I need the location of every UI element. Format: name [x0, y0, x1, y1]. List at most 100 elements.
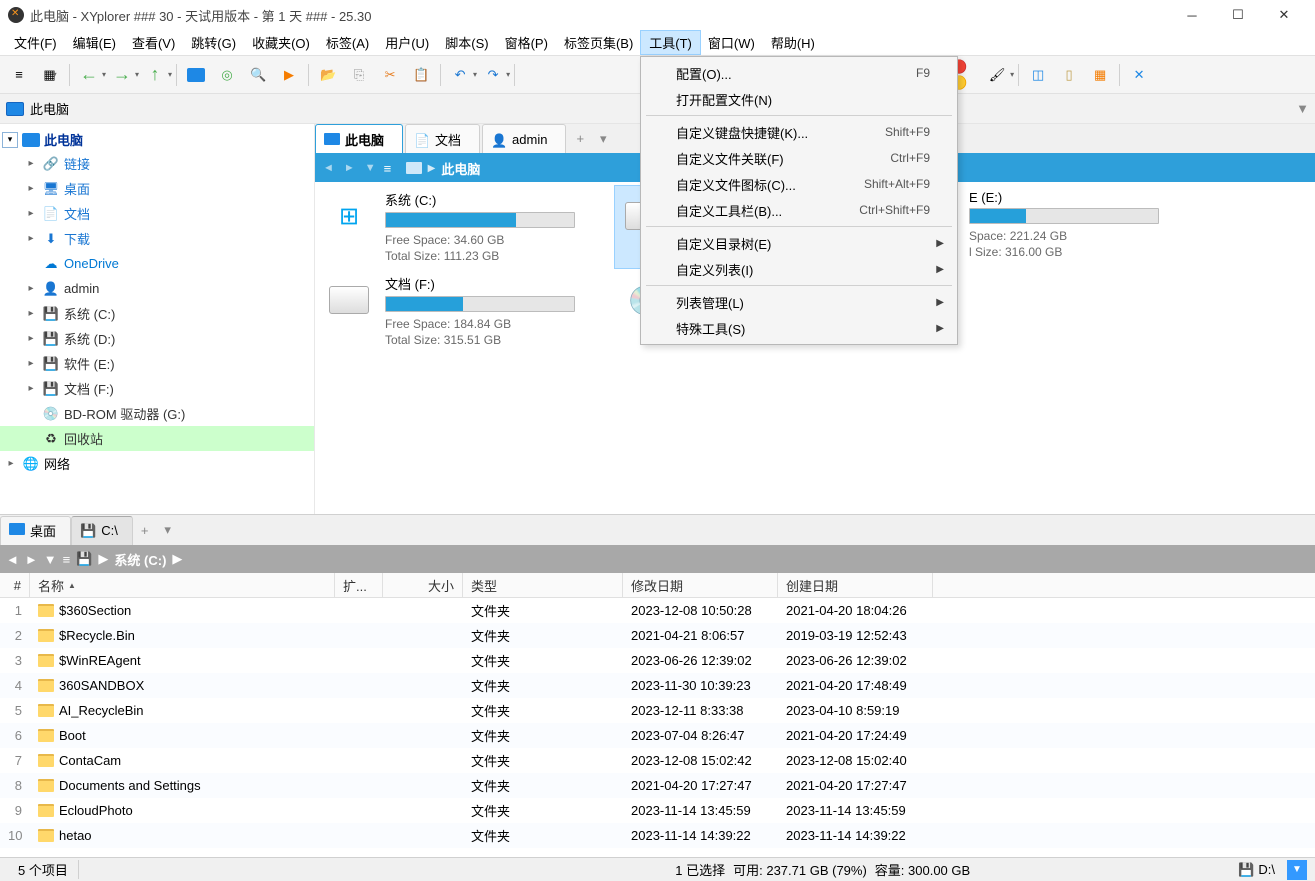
forward-button[interactable]: →: [107, 60, 137, 90]
crumb-down-icon[interactable]: ▼: [44, 552, 57, 567]
menu-2[interactable]: 查看(V): [124, 31, 183, 54]
expand-icon[interactable]: ▸: [24, 208, 38, 219]
tree-item-6[interactable]: ▸💾系统 (C:): [0, 301, 314, 326]
layout-grid-icon[interactable]: ▦: [1085, 60, 1115, 90]
tree-item-10[interactable]: 💿BD-ROM 驱动器 (G:): [0, 401, 314, 426]
expand-icon[interactable]: ▸: [24, 233, 38, 244]
crumb-fwd-icon[interactable]: ►: [25, 552, 38, 567]
tree-item-5[interactable]: ▸👤admin: [0, 276, 314, 301]
dropdown-item-3[interactable]: 自定义键盘快捷键(K)...Shift+F9: [644, 119, 954, 145]
menu-12[interactable]: 帮助(H): [763, 31, 823, 54]
status-drive[interactable]: 💾 D:\: [1230, 862, 1283, 878]
menu-icon[interactable]: ≡: [4, 60, 34, 90]
menu-3[interactable]: 跳转(G): [183, 31, 244, 54]
copy-icon[interactable]: ⎘: [344, 60, 374, 90]
undo-icon[interactable]: ↶: [445, 60, 475, 90]
scroll-down-button[interactable]: ▼: [1287, 860, 1307, 880]
tab-dropdown-button[interactable]: ▾: [156, 522, 179, 538]
table-row[interactable]: 10hetao文件夹2023-11-14 14:39:222023-11-14 …: [0, 823, 1315, 848]
col-type[interactable]: 类型: [463, 573, 623, 597]
dropdown-item-9[interactable]: 自定义列表(I)▶: [644, 256, 954, 282]
crumb-fwd-icon[interactable]: ►: [342, 162, 357, 174]
search-icon[interactable]: 🔍: [243, 60, 273, 90]
dropdown-item-1[interactable]: 打开配置文件(N): [644, 86, 954, 112]
table-row[interactable]: 6Boot文件夹2023-07-04 8:26:472021-04-20 17:…: [0, 723, 1315, 748]
tab-add-button[interactable]: +: [133, 523, 157, 538]
menu-6[interactable]: 用户(U): [377, 31, 437, 54]
paste-icon[interactable]: 📋: [406, 60, 436, 90]
expand-icon[interactable]: ▸: [4, 458, 18, 469]
table-row[interactable]: 5AI_RecycleBin文件夹2023-12-11 8:33:382023-…: [0, 698, 1315, 723]
table-row[interactable]: 8Documents and Settings文件夹2021-04-20 17:…: [0, 773, 1315, 798]
tab-bottom-1[interactable]: 💾C:\: [71, 516, 133, 545]
col-modified[interactable]: 修改日期: [623, 573, 778, 597]
expand-icon[interactable]: ▸: [24, 283, 38, 294]
close-button[interactable]: ✕: [1261, 0, 1307, 30]
panel-icon[interactable]: ▦▾: [35, 60, 65, 90]
layout-dual-icon[interactable]: ◫: [1023, 60, 1053, 90]
table-row[interactable]: 3$WinREAgent文件夹2023-06-26 12:39:022023-0…: [0, 648, 1315, 673]
layout-single-icon[interactable]: ▯: [1054, 60, 1084, 90]
tree-item-1[interactable]: ▸🖥桌面: [0, 176, 314, 201]
redo-icon[interactable]: ↷: [478, 60, 508, 90]
expand-icon[interactable]: ▸: [24, 333, 38, 344]
folder-open-icon[interactable]: 📂: [313, 60, 343, 90]
crumb-text[interactable]: 此电脑: [441, 159, 480, 178]
table-row[interactable]: 1$360Section文件夹2023-12-08 10:50:282021-0…: [0, 598, 1315, 623]
tab-add-button[interactable]: +: [568, 131, 592, 146]
dropdown-item-0[interactable]: 配置(O)...F9: [644, 60, 954, 86]
collapse-icon[interactable]: ▾: [2, 132, 18, 148]
tree-item-9[interactable]: ▸💾文档 (F:): [0, 376, 314, 401]
tree-item-3[interactable]: ▸⬇下载: [0, 226, 314, 251]
menu-5[interactable]: 标签(A): [318, 31, 377, 54]
crumb-back-icon[interactable]: ◄: [6, 552, 19, 567]
menu-1[interactable]: 编辑(E): [65, 31, 124, 54]
tab-top-2[interactable]: 👤admin: [482, 124, 566, 153]
tree-item-2[interactable]: ▸📄文档: [0, 201, 314, 226]
dropdown-item-6[interactable]: 自定义工具栏(B)...Ctrl+Shift+F9: [644, 197, 954, 223]
tools-icon[interactable]: ✕: [1124, 60, 1154, 90]
menu-4[interactable]: 收藏夹(O): [244, 31, 318, 54]
dropdown-item-5[interactable]: 自定义文件图标(C)...Shift+Alt+F9: [644, 171, 954, 197]
drive-0[interactable]: ⊞系统 (C:)Free Space: 34.60 GBTotal Size: …: [323, 190, 603, 264]
crumb-down-icon[interactable]: ▼: [363, 162, 378, 174]
address-text[interactable]: 此电脑: [30, 99, 69, 118]
expand-icon[interactable]: ▸: [24, 183, 38, 194]
tree-item-0[interactable]: ▸🔗链接: [0, 151, 314, 176]
desktop-icon[interactable]: [181, 60, 211, 90]
table-row[interactable]: 9EcloudPhoto文件夹2023-11-14 13:45:592023-1…: [0, 798, 1315, 823]
tree-root-computer[interactable]: ▾ 此电脑: [0, 128, 314, 151]
drive-3[interactable]: 文档 (F:)Free Space: 184.84 GBTotal Size: …: [323, 274, 603, 348]
crumb-text[interactable]: 系统 (C:): [114, 550, 166, 569]
crumb-back-icon[interactable]: ◄: [321, 162, 336, 174]
table-row[interactable]: 11Intel文件夹2023-12-11 8:26:472021-04-20 1…: [0, 848, 1315, 854]
play-icon[interactable]: ▶: [274, 60, 304, 90]
cut-icon[interactable]: ✂: [375, 60, 405, 90]
list-icon[interactable]: ≡: [384, 161, 400, 176]
col-name[interactable]: 名称▲: [30, 573, 335, 597]
maximize-button[interactable]: ☐: [1215, 0, 1261, 30]
back-button[interactable]: ←: [74, 60, 104, 90]
filter-icon[interactable]: ▼: [1296, 101, 1309, 116]
tree-item-4[interactable]: ☁OneDrive: [0, 251, 314, 276]
dropdown-item-4[interactable]: 自定义文件关联(F)Ctrl+F9: [644, 145, 954, 171]
dropdown-item-12[interactable]: 特殊工具(S)▶: [644, 315, 954, 341]
expand-icon[interactable]: ▸: [24, 308, 38, 319]
minimize-button[interactable]: ─: [1169, 0, 1215, 30]
tab-bottom-0[interactable]: 桌面: [0, 516, 71, 545]
tree-item-8[interactable]: ▸💾软件 (E:): [0, 351, 314, 376]
target-icon[interactable]: ◎: [212, 60, 242, 90]
tree-item-7[interactable]: ▸💾系统 (D:): [0, 326, 314, 351]
tab-top-1[interactable]: 📄文档: [405, 124, 480, 153]
tab-top-0[interactable]: 此电脑: [315, 124, 403, 153]
expand-icon[interactable]: ▸: [24, 158, 38, 169]
dropdown-item-8[interactable]: 自定义目录树(E)▶: [644, 230, 954, 256]
tree-item-11[interactable]: ♻回收站: [0, 426, 314, 451]
tree-network[interactable]: ▸ 🌐 网络: [0, 451, 314, 476]
col-ext[interactable]: 扩...: [335, 573, 383, 597]
col-created[interactable]: 创建日期: [778, 573, 933, 597]
tab-dropdown-button[interactable]: ▾: [592, 131, 615, 147]
brush-icon[interactable]: 🖌: [982, 60, 1012, 90]
menu-9[interactable]: 标签页集(B): [556, 31, 641, 54]
expand-icon[interactable]: ▸: [24, 383, 38, 394]
